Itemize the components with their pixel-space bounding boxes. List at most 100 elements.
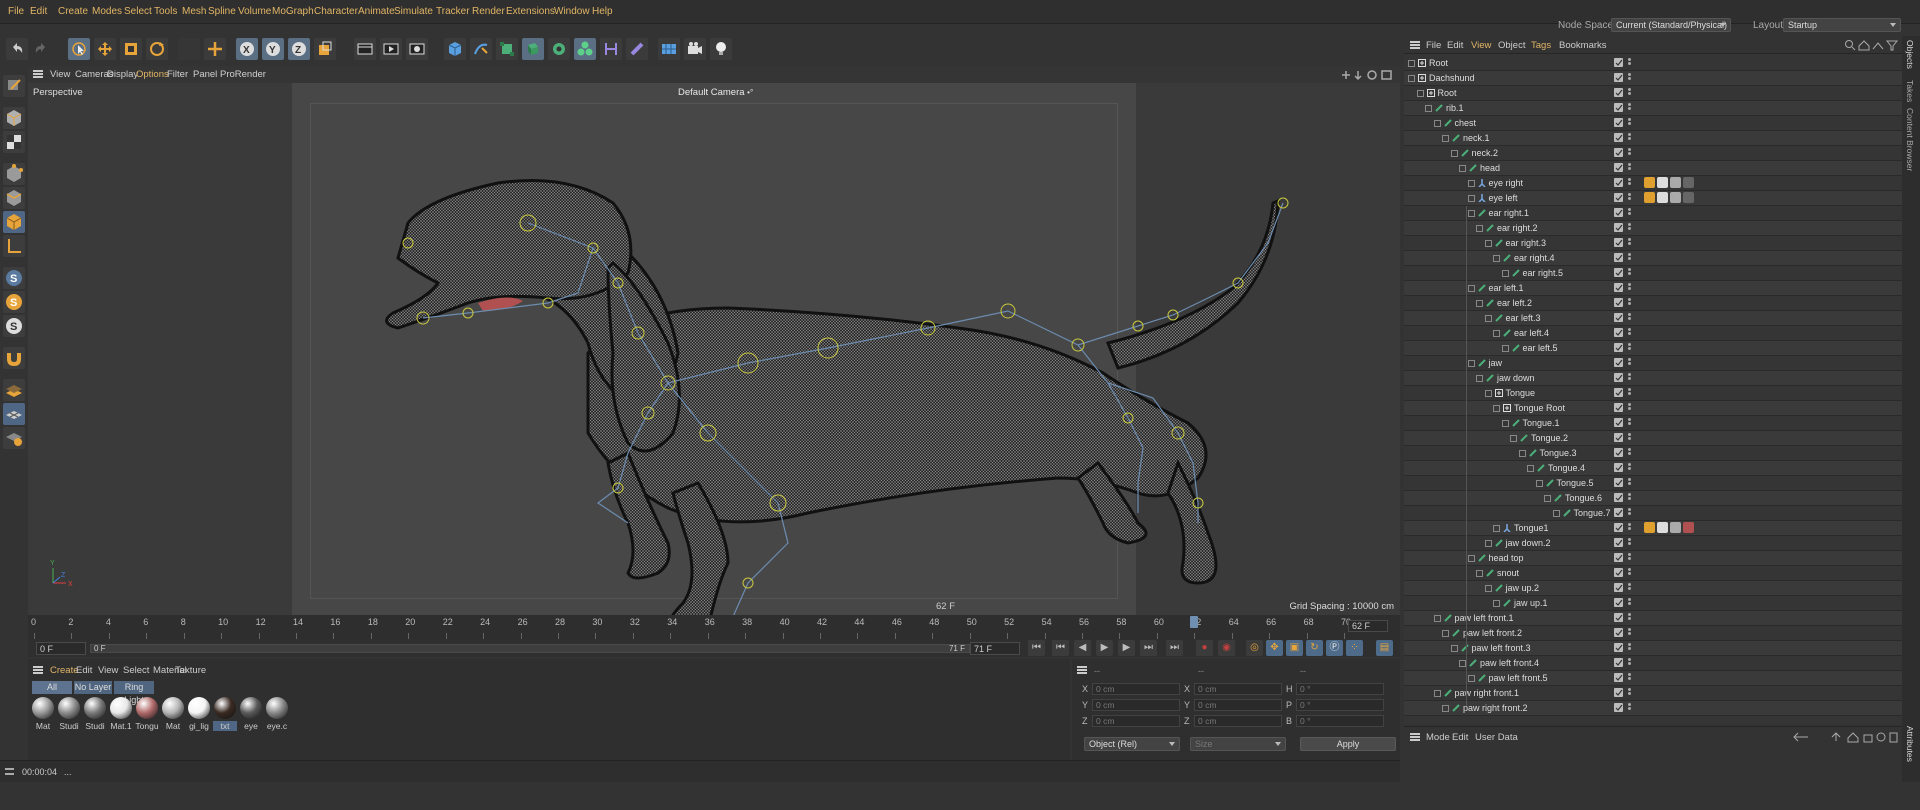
render-view-icon[interactable] — [380, 38, 402, 60]
object-row[interactable]: eye right — [1404, 176, 1902, 191]
material-menu-texture[interactable]: Texture — [175, 665, 206, 676]
expand-toggle-icon[interactable] — [1416, 90, 1424, 97]
expand-toggle-icon[interactable] — [1493, 525, 1500, 532]
expand-toggle-icon[interactable] — [1467, 360, 1475, 367]
expand-toggle-icon[interactable] — [1484, 540, 1492, 547]
editor-render-dots-icon[interactable] — [1628, 658, 1631, 669]
material-menu-view[interactable]: View — [98, 665, 118, 676]
editor-render-dots-icon[interactable] — [1628, 508, 1631, 519]
expand-toggle-icon[interactable] — [1501, 345, 1509, 352]
visibility-toggle-icon[interactable] — [1614, 538, 1623, 547]
editor-render-dots-icon[interactable] — [1628, 448, 1631, 459]
object-row[interactable]: Tongue.3 — [1404, 446, 1902, 461]
editor-render-dots-icon[interactable] — [1628, 553, 1631, 564]
visibility-toggle-icon[interactable] — [1614, 373, 1623, 382]
object-row[interactable]: ear left.1 — [1404, 281, 1902, 296]
editor-render-dots-icon[interactable] — [1628, 283, 1631, 294]
object-row[interactable]: paw left front.4 — [1404, 656, 1902, 671]
undo-button[interactable] — [6, 38, 28, 60]
live-selection-button[interactable] — [68, 38, 90, 60]
expand-toggle-icon[interactable] — [1484, 390, 1492, 397]
light-icon[interactable] — [710, 38, 732, 60]
viewport-menu-view[interactable]: View — [50, 69, 70, 80]
object-tag-icon[interactable] — [1657, 177, 1668, 188]
editor-render-dots-icon[interactable] — [1628, 463, 1631, 474]
node-space-select[interactable]: Current (Standard/Physical) — [1611, 18, 1731, 32]
viewport-menu-display[interactable]: Display — [107, 69, 138, 80]
object-row[interactable]: snout — [1404, 566, 1902, 581]
object-row[interactable]: head top — [1404, 551, 1902, 566]
recent-tool-icon[interactable] — [178, 38, 200, 60]
expand-toggle-icon[interactable] — [1442, 705, 1449, 712]
model-mode-icon[interactable] — [3, 107, 25, 129]
object-row[interactable]: ear right.1 — [1404, 206, 1902, 221]
object-row[interactable]: Dachshund — [1404, 71, 1902, 86]
object-row[interactable]: ear right.2 — [1404, 221, 1902, 236]
move-tool-icon[interactable] — [94, 38, 116, 60]
material-swatch[interactable] — [58, 697, 80, 719]
object-row[interactable]: ear right.4 — [1404, 251, 1902, 266]
object-menu-tags[interactable]: Tags — [1531, 40, 1551, 51]
viewport-menu-prorender[interactable]: ProRender — [220, 69, 266, 80]
attributes-hamburger-icon[interactable] — [1410, 733, 1420, 741]
visibility-toggle-icon[interactable] — [1614, 418, 1623, 427]
object-row[interactable]: paw right front.2 — [1404, 701, 1902, 716]
object-row[interactable]: jaw down — [1404, 371, 1902, 386]
expand-toggle-icon[interactable] — [1552, 510, 1560, 517]
attributes-menu-mode[interactable]: Mode — [1426, 732, 1450, 743]
material-swatch[interactable] — [136, 697, 158, 719]
camera-icon[interactable] — [684, 38, 706, 60]
viewport-menu-options[interactable]: Options — [136, 69, 169, 80]
expand-toggle-icon[interactable] — [1442, 135, 1449, 142]
expand-toggle-icon[interactable] — [1459, 165, 1466, 172]
coordinate-system-icon[interactable] — [314, 38, 336, 60]
field-icon[interactable] — [626, 38, 648, 60]
dachshund-model[interactable]: Y X Z — [28, 83, 1400, 615]
editor-render-dots-icon[interactable] — [1628, 478, 1631, 489]
object-row[interactable]: Tongue.1 — [1404, 416, 1902, 431]
expand-toggle-icon[interactable] — [1425, 105, 1432, 112]
next-key-button[interactable]: ⏭ — [1140, 640, 1157, 656]
key-position-icon[interactable]: ✥ — [1266, 640, 1283, 656]
visibility-toggle-icon[interactable] — [1614, 88, 1623, 97]
visibility-toggle-icon[interactable] — [1614, 343, 1623, 352]
object-row[interactable]: jaw — [1404, 356, 1902, 371]
cube-icon[interactable] — [444, 38, 466, 60]
editor-render-dots-icon[interactable] — [1628, 343, 1631, 354]
editor-render-dots-icon[interactable] — [1628, 103, 1631, 114]
coord-mode-select[interactable]: Object (Rel) — [1084, 737, 1180, 751]
editor-render-dots-icon[interactable] — [1628, 238, 1631, 249]
object-menu-file[interactable]: File — [1426, 40, 1441, 51]
object-tag-icon[interactable] — [1683, 192, 1694, 203]
expand-toggle-icon[interactable] — [1433, 690, 1441, 697]
editor-render-dots-icon[interactable] — [1628, 403, 1631, 414]
visibility-toggle-icon[interactable] — [1614, 658, 1623, 667]
editor-render-dots-icon[interactable] — [1628, 73, 1631, 84]
visibility-toggle-icon[interactable] — [1614, 598, 1623, 607]
key-rotation-icon[interactable]: ↻ — [1306, 640, 1323, 656]
visibility-toggle-icon[interactable] — [1614, 433, 1623, 442]
visibility-toggle-icon[interactable] — [1614, 478, 1623, 487]
key-param-icon[interactable]: Ⓟ — [1326, 640, 1343, 656]
expand-toggle-icon[interactable] — [1467, 210, 1475, 217]
visibility-toggle-icon[interactable] — [1614, 463, 1623, 472]
rotate-tool-icon[interactable] — [146, 38, 168, 60]
expand-toggle-icon[interactable] — [1467, 180, 1475, 187]
expand-toggle-icon[interactable] — [1459, 660, 1466, 667]
edges-mode-icon[interactable] — [3, 187, 25, 209]
editor-render-dots-icon[interactable] — [1628, 328, 1631, 339]
menu-mograph[interactable]: MoGraph — [272, 6, 314, 17]
object-row[interactable]: head — [1404, 161, 1902, 176]
visibility-toggle-icon[interactable] — [1614, 208, 1623, 217]
object-row[interactable]: paw left front.2 — [1404, 626, 1902, 641]
tab-objects[interactable]: Objects — [1905, 40, 1915, 69]
object-tag-icon[interactable] — [1683, 177, 1694, 188]
editor-render-dots-icon[interactable] — [1628, 583, 1631, 594]
object-tag-icon[interactable] — [1644, 192, 1655, 203]
object-row[interactable]: Tongue.4 — [1404, 461, 1902, 476]
material-menu-icon[interactable] — [33, 666, 43, 674]
object-row[interactable]: paw right front.1 — [1404, 686, 1902, 701]
menu-window[interactable]: Window — [554, 6, 590, 17]
material-swatch[interactable] — [214, 697, 236, 719]
visibility-toggle-icon[interactable] — [1614, 103, 1623, 112]
